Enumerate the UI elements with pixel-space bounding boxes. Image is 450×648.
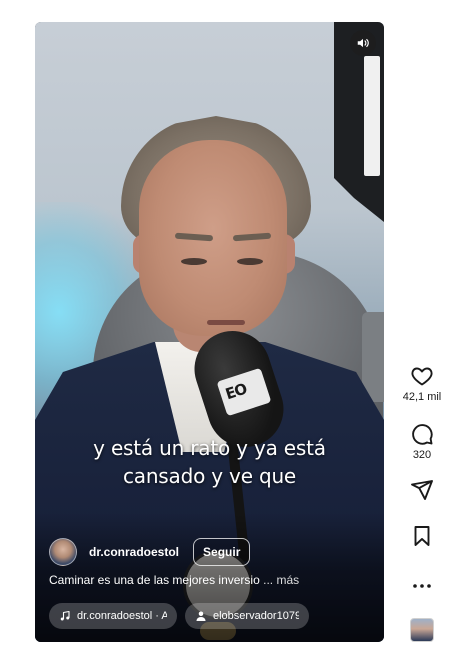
- subtitle-line-1: y está un rato y ya está: [93, 436, 326, 460]
- save-action[interactable]: [400, 524, 444, 548]
- audio-thumbnail[interactable]: [410, 618, 434, 642]
- tagged-username: elobservador1079: [213, 610, 299, 622]
- music-note-icon: [60, 610, 70, 621]
- speaker-mouth: [207, 320, 245, 325]
- reel-video[interactable]: EO y está un rato y ya está cansado y ve…: [35, 22, 384, 642]
- follow-button[interactable]: Seguir: [193, 538, 251, 566]
- comments-count: 320: [412, 449, 432, 461]
- ellipsis-icon[interactable]: [410, 574, 434, 598]
- heart-icon[interactable]: [410, 364, 434, 388]
- author-username[interactable]: dr.conradoestol: [89, 545, 179, 559]
- bookmark-icon[interactable]: [410, 524, 434, 548]
- audio-pill[interactable]: dr.conradoestol · Au: [49, 603, 177, 629]
- studio-sign-panel: [364, 56, 380, 176]
- author-row: dr.conradoestol Seguir: [49, 536, 251, 568]
- microphone-flag-logo: EO: [223, 379, 249, 404]
- more-options-action[interactable]: [400, 574, 444, 598]
- like-action[interactable]: 42,1 mil: [400, 364, 444, 403]
- author-avatar[interactable]: [49, 538, 77, 566]
- speaker-eye-left: [181, 258, 207, 265]
- speaker-on-icon: [357, 38, 369, 48]
- comment-action[interactable]: 320: [400, 422, 444, 461]
- person-icon: [196, 611, 206, 621]
- caption-text: Caminar es una de las mejores inversio: [49, 573, 260, 587]
- caption-more-link[interactable]: ... más: [263, 573, 299, 587]
- paper-plane-icon[interactable]: [410, 478, 434, 502]
- reels-page: EO y está un rato y ya está cansado y ve…: [0, 0, 450, 648]
- tagged-user-pill[interactable]: elobservador1079: [185, 603, 309, 629]
- subtitle-line-2: cansado y ve que: [122, 464, 297, 488]
- speaker-eye-right: [237, 258, 263, 265]
- share-action[interactable]: [400, 478, 444, 502]
- video-subtitle: y está un rato y ya está cansado y ve qu…: [35, 434, 384, 490]
- mute-toggle-button[interactable]: [350, 30, 376, 56]
- likes-count: 42,1 mil: [402, 391, 442, 403]
- comment-bubble-icon[interactable]: [410, 422, 434, 446]
- reel-caption[interactable]: Caminar es una de las mejores inversio .…: [49, 573, 369, 587]
- audio-label: dr.conradoestol · Au: [77, 610, 167, 622]
